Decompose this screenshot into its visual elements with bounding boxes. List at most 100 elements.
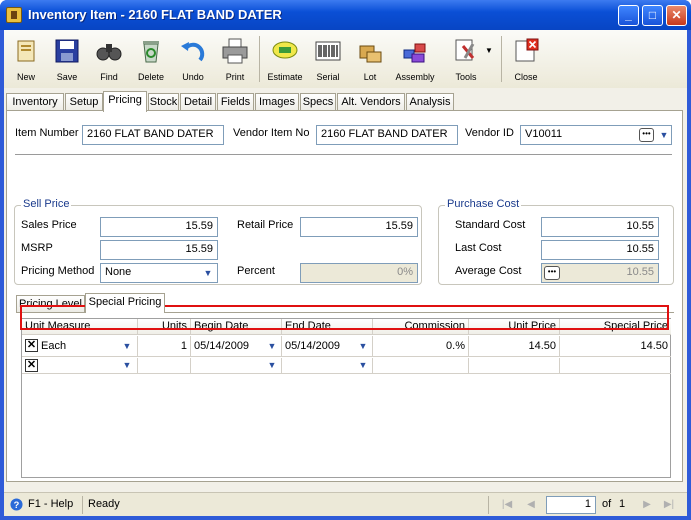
end-date-cell[interactable]: 05/14/2009 ▼ (282, 336, 373, 357)
tab-pricing-level[interactable]: Pricing Level (16, 295, 85, 312)
chevron-down-icon[interactable]: ▼ (356, 358, 370, 372)
tab-setup[interactable]: Setup (65, 93, 103, 111)
item-number-field[interactable]: 2160 FLAT BAND DATER (82, 125, 224, 145)
tab-specs[interactable]: Specs (300, 93, 336, 111)
close-label: Close (514, 72, 538, 82)
help-icon[interactable]: ? (10, 498, 23, 511)
assembly-button[interactable]: Assembly (395, 34, 435, 86)
status-divider (82, 496, 83, 514)
last-page-icon[interactable]: ▶| (660, 497, 678, 513)
lookup-icon[interactable]: ••• (544, 266, 560, 280)
lookup-icon[interactable]: ••• (639, 128, 654, 142)
tab-analysis[interactable]: Analysis (406, 93, 454, 111)
delete-row-icon[interactable]: ✕ (25, 339, 38, 352)
chevron-down-icon[interactable]: ▼ (265, 339, 279, 353)
first-page-icon[interactable]: |◀ (498, 497, 516, 513)
estimate-button[interactable]: Estimate (265, 34, 305, 86)
close-form-icon (515, 38, 539, 62)
unit-price-cell[interactable]: 14.50 (469, 336, 560, 357)
chevron-down-icon[interactable]: ▼ (657, 128, 671, 142)
chevron-down-icon[interactable]: ▼ (265, 358, 279, 372)
inventory-item-window: Inventory Item - 2160 FLAT BAND DATER _ … (0, 0, 691, 520)
new-begin-date-cell[interactable]: ▼ (191, 358, 282, 374)
average-cost-value: 10.55 (626, 266, 654, 278)
percent-field: 0% (300, 263, 418, 283)
find-button[interactable]: Find (89, 34, 129, 86)
commission-cell[interactable]: 0.% (373, 336, 469, 357)
msrp-label: MSRP (21, 242, 53, 254)
minimize-button[interactable]: _ (618, 5, 639, 26)
col-end-date[interactable]: End Date (282, 319, 373, 335)
average-cost-field: ••• 10.55 (541, 263, 659, 283)
maximize-button[interactable]: □ (642, 5, 663, 26)
tab-detail[interactable]: Detail (180, 93, 216, 111)
lot-button[interactable]: Lot (350, 34, 390, 86)
window-title: Inventory Item - 2160 FLAT BAND DATER (28, 7, 282, 22)
previous-page-icon[interactable]: ◀ (522, 497, 540, 513)
new-special-price-cell[interactable] (560, 358, 671, 374)
pricing-method-select[interactable]: None ▼ (100, 263, 218, 283)
vendor-item-label: Vendor Item No (233, 127, 310, 139)
col-unit-measure[interactable]: Unit Measure (22, 319, 138, 335)
chevron-down-icon[interactable]: ▼ (356, 339, 370, 353)
tab-images[interactable]: Images (255, 93, 299, 111)
undo-icon (181, 42, 205, 62)
vendor-id-label: Vendor ID (465, 127, 514, 139)
page-number-field[interactable]: 1 (546, 496, 596, 514)
svg-text:?: ? (14, 500, 20, 510)
begin-date-cell[interactable]: 05/14/2009 ▼ (191, 336, 282, 357)
last-cost-field[interactable]: 10.55 (541, 240, 659, 260)
unit-measure-cell[interactable]: ✕ Each ▼ (22, 336, 138, 357)
delete-row-icon[interactable]: ✕ (25, 359, 38, 372)
last-cost-label: Last Cost (455, 242, 502, 254)
new-commission-cell[interactable] (373, 358, 469, 374)
print-button[interactable]: Print (215, 34, 255, 86)
barcode-icon (315, 41, 341, 61)
chevron-down-icon[interactable]: ▼ (201, 266, 215, 280)
new-button[interactable]: New (6, 34, 46, 86)
tools-button[interactable]: Tools (446, 34, 486, 86)
standard-cost-field[interactable]: 10.55 (541, 217, 659, 237)
total-pages: 1 (619, 498, 626, 510)
tools-dropdown-arrow-icon[interactable]: ▼ (485, 46, 493, 55)
col-commission[interactable]: Commission (373, 319, 469, 335)
assembly-icon (403, 43, 426, 63)
tab-stock[interactable]: Stock (148, 93, 179, 111)
units-cell[interactable]: 1 (138, 336, 191, 357)
vendor-id-value: V10011 (525, 128, 563, 140)
col-units[interactable]: Units (138, 319, 191, 335)
col-unit-price[interactable]: Unit Price (469, 319, 560, 335)
vendor-id-field[interactable]: V10011 ••• ▼ (520, 125, 672, 145)
col-begin-date[interactable]: Begin Date (191, 319, 282, 335)
retail-price-field[interactable]: 15.59 (300, 217, 418, 237)
end-date-value: 05/14/2009 (285, 340, 341, 352)
special-price-cell[interactable]: 14.50 (560, 336, 671, 357)
delete-button[interactable]: Delete (131, 34, 171, 86)
save-button[interactable]: Save (47, 34, 87, 86)
new-end-date-cell[interactable]: ▼ (282, 358, 373, 374)
close-button[interactable]: Close (506, 34, 546, 86)
tab-alt-vendors[interactable]: Alt. Vendors (337, 93, 405, 111)
client-area: New Save Find Delete Undo Print Estimate… (4, 30, 687, 516)
close-window-button[interactable]: ✕ (666, 5, 687, 26)
undo-button[interactable]: Undo (173, 34, 213, 86)
serial-button[interactable]: Serial (308, 34, 348, 86)
new-units-cell[interactable] (138, 358, 191, 374)
tab-fields[interactable]: Fields (217, 93, 254, 111)
tab-pricing[interactable]: Pricing (103, 91, 147, 112)
help-text[interactable]: F1 - Help (28, 498, 73, 510)
new-unit-measure-cell[interactable]: ✕ ▼ (22, 358, 138, 374)
msrp-field[interactable]: 15.59 (100, 240, 218, 260)
sales-price-field[interactable]: 15.59 (100, 217, 218, 237)
tab-special-pricing[interactable]: Special Pricing (85, 293, 165, 313)
chevron-down-icon[interactable]: ▼ (120, 358, 134, 372)
chevron-down-icon[interactable]: ▼ (120, 339, 134, 353)
save-icon (55, 39, 79, 63)
new-icon (17, 40, 35, 62)
tab-inventory[interactable]: Inventory (6, 93, 64, 111)
pricing-method-value: None (105, 266, 132, 278)
new-unit-price-cell[interactable] (469, 358, 560, 374)
vendor-item-field[interactable]: 2160 FLAT BAND DATER (316, 125, 458, 145)
next-page-icon[interactable]: ▶ (638, 497, 656, 513)
col-special-price[interactable]: Special Price (560, 319, 671, 335)
